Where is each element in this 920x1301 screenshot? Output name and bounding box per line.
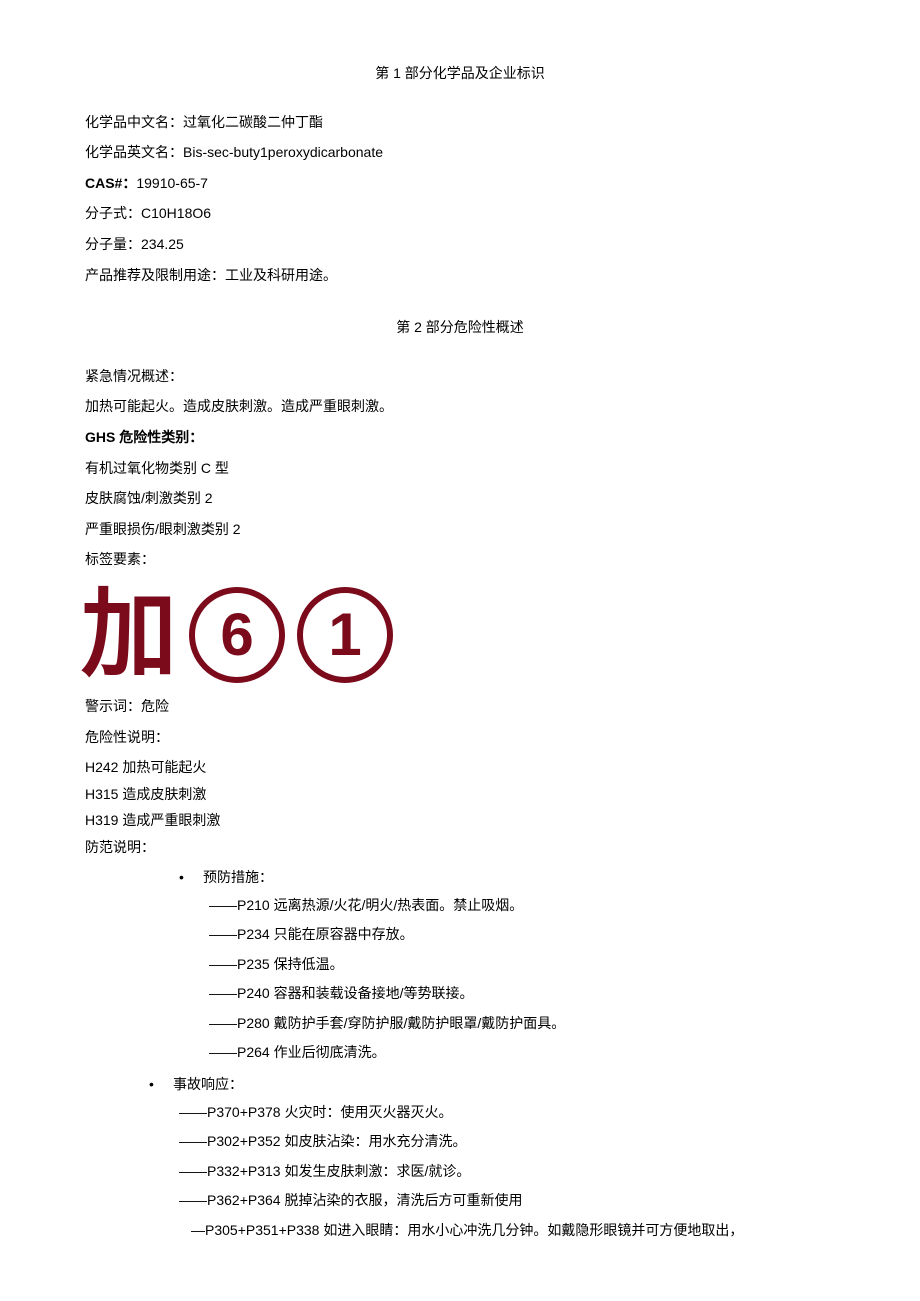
section1-title: 第 1 部分化学品及企业标识 bbox=[85, 60, 835, 87]
response-item-2: ——P332+P313 如发生皮肤刺激：求医/就诊。 bbox=[179, 1157, 835, 1186]
prevention-item-1: ——P234 只能在原容器中存放。 bbox=[209, 920, 835, 949]
prevention-item-4: ——P280 戴防护手套/穿防护服/戴防护眼罩/戴防护面具。 bbox=[209, 1009, 835, 1038]
use-label: 产品推荐及限制用途： bbox=[85, 267, 225, 283]
prevention-item-5: ——P264 作业后彻底清洗。 bbox=[209, 1038, 835, 1067]
use-value: 工业及科研用途。 bbox=[225, 267, 337, 283]
name-en-value: Bis-sec-buty1peroxydicarbonate bbox=[183, 144, 383, 160]
name-en-label: 化学品英文名： bbox=[85, 144, 183, 160]
hazard-line-0: H242 加热可能起火 bbox=[85, 754, 835, 781]
emergency-text: 加热可能起火。造成皮肤刺激。造成严重眼刺激。 bbox=[85, 393, 835, 420]
ghs-line-1: 皮肤腐蚀/刺激类别 2 bbox=[85, 485, 835, 512]
name-cn-label: 化学品中文名： bbox=[85, 114, 183, 130]
response-group: 事故响应： ——P370+P378 火灾时：使用灭火器灭火。 ——P302+P3… bbox=[145, 1071, 835, 1245]
ghs-line-2: 严重眼损伤/眼刺激类别 2 bbox=[85, 516, 835, 543]
cas-label: CAS#： bbox=[85, 175, 136, 191]
signal-value: 危险 bbox=[141, 698, 169, 714]
cas-value: 19910-65-7 bbox=[136, 175, 208, 191]
prevention-group: 预防措施： ——P210 远离热源/火花/明火/热表面。禁止吸烟。 ——P234… bbox=[175, 864, 835, 1067]
response-item-4: —P305+P351+P338 如进入眼睛：用水小心冲洗几分钟。如戴隐形眼镜并可… bbox=[191, 1216, 835, 1245]
response-item-1: ——P302+P352 如皮肤沾染：用水充分清洗。 bbox=[179, 1127, 835, 1156]
emergency-label: 紧急情况概述： bbox=[85, 363, 835, 390]
hazard-line-1: H315 造成皮肤刺激 bbox=[85, 781, 835, 808]
prevention-item-3: ——P240 容器和装载设备接地/等势联接。 bbox=[209, 979, 835, 1008]
response-item-3: ——P362+P364 脱掉沾染的衣服，清洗后方可重新使用 bbox=[179, 1186, 835, 1215]
signal-label: 警示词： bbox=[85, 698, 141, 714]
ghs-label: GHS 危险性类别： bbox=[85, 424, 835, 451]
name-cn-value: 过氧化二碳酸二仲丁酯 bbox=[183, 114, 323, 130]
label-elements-label: 标签要素： bbox=[85, 546, 835, 573]
formula-value: C10H18O6 bbox=[141, 205, 211, 221]
response-item-0: ——P370+P378 火灾时：使用灭火器灭火。 bbox=[179, 1098, 835, 1127]
pictogram-circle-1-icon: 1 bbox=[297, 587, 393, 683]
pictogram-jia-icon: 加 bbox=[81, 587, 177, 683]
ghs-line-0: 有机过氧化物类别 C 型 bbox=[85, 455, 835, 482]
precaution-label: 防范说明： bbox=[85, 834, 835, 861]
mw-value: 234.25 bbox=[141, 236, 184, 252]
pictogram-row: 加 6 1 bbox=[81, 587, 835, 683]
hazard-line-2: H319 造成严重眼刺激 bbox=[85, 807, 835, 834]
response-header: 事故响应： bbox=[145, 1071, 835, 1098]
section2-title: 第 2 部分危险性概述 bbox=[85, 314, 835, 341]
hazard-label: 危险性说明： bbox=[85, 724, 835, 751]
prevention-item-0: ——P210 远离热源/火花/明火/热表面。禁止吸烟。 bbox=[209, 891, 835, 920]
mw-label: 分子量： bbox=[85, 236, 141, 252]
prevention-header: 预防措施： bbox=[175, 864, 835, 891]
formula-label: 分子式： bbox=[85, 205, 141, 221]
prevention-item-2: ——P235 保持低温。 bbox=[209, 950, 835, 979]
pictogram-circle-6-icon: 6 bbox=[189, 587, 285, 683]
